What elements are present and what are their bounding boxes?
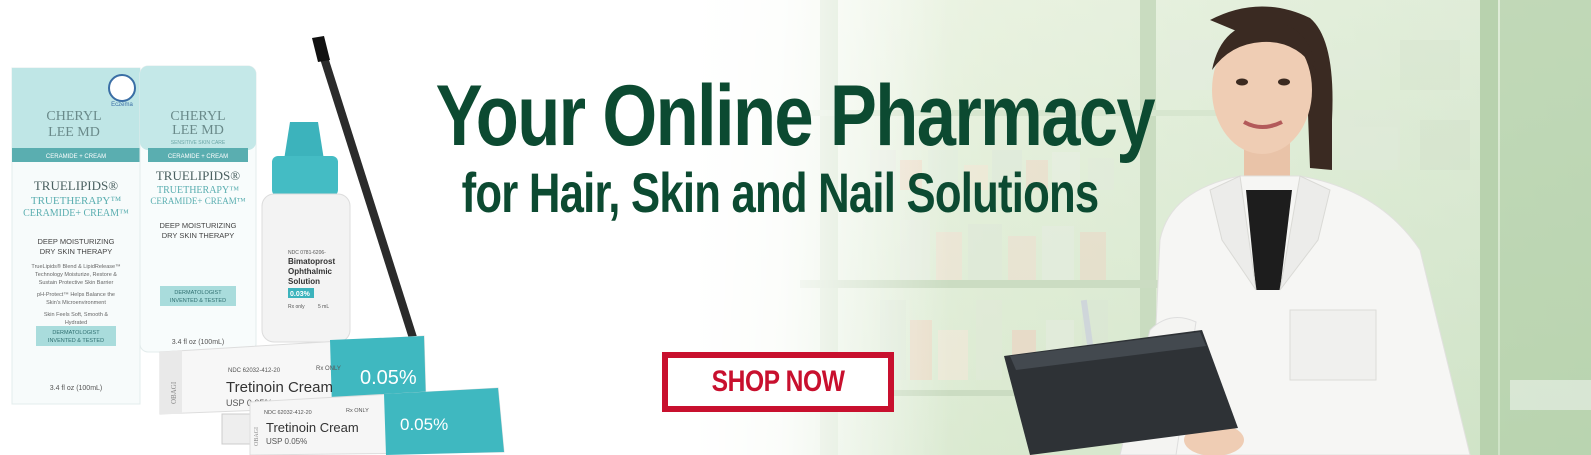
tube-line: SENSITIVE SKIN CARE [171,140,226,146]
tube-name-3: CERAMIDE+ CREAM™ [150,196,245,206]
box-tagline-1: DEEP MOISTURIZING [38,237,115,246]
tret-tube-rx: Rx ONLY [346,408,369,414]
bottle-ndc: NDC 0781-6206- [288,250,326,256]
bimatoprost-bottle: NDC 0781-6206- Bimatoprost Ophthalmic So… [261,122,351,343]
tube-tagline-2: DRY SKIN THERAPY [162,231,235,240]
bottle-name-1: Bimatoprost [288,257,335,266]
tube-badge-2: INVENTED & TESTED [170,298,226,304]
hero-title: Your Online Pharmacy [435,68,1156,164]
tret-tube-strength: 0.05% [400,415,448,434]
bottle-name-3: Solution [288,277,320,286]
box-name-3: CERAMIDE+ CREAM™ [23,208,129,219]
box-name-2: TRUETHERAPY™ [31,195,121,207]
bottle-volume: 5 mL [318,304,329,310]
box-benefit-5: Skin's Microenvironment [46,300,106,306]
box-benefit-3: Sustain Protective Skin Barrier [39,280,114,286]
box-volume: 3.4 fl oz (100mL) [50,385,103,392]
shop-now-label: SHOP NOW [711,365,845,398]
tret-tube-usp: USP 0.05% [266,437,307,446]
tret-box-strength: 0.05% [360,367,417,389]
tret-box-rx: Rx ONLY [316,366,341,372]
box-benefit-4: pH-Protect™ Helps Balance the [37,292,115,298]
box-benefit-6: Skin Feels Soft, Smooth & [44,312,109,318]
box-category: CERAMIDE + CREAM [46,154,106,160]
ceramide-cream-tube: CHERYL LEE MD SENSITIVE SKIN CARE CERAMI… [139,65,257,353]
box-name-1: TRUELIPIDS® [34,178,118,193]
tube-brand-2: LEE MD [172,123,224,138]
tube-badge-1: DERMATOLOGIST [174,290,222,296]
tret-box-name: Tretinoin Cream [226,379,333,396]
hero-headline: Your Online Pharmacy for Hair, Skin and … [360,68,1200,224]
box-benefit-1: TrueLipids® Blend & LipidRelease™ [31,263,120,270]
eczema-seal-icon [108,74,136,102]
box-tagline-2: DRY SKIN THERAPY [40,247,113,256]
box-badge-2: INVENTED & TESTED [48,338,104,344]
tube-name-1: TRUELIPIDS® [156,168,240,183]
tube-category: CERAMIDE + CREAM [168,154,228,160]
tret-box-brand: OBAGI [170,381,178,404]
shop-now-button[interactable]: SHOP NOW [662,352,894,412]
tret-tube-ndc: NDC 62032-412-20 [264,410,312,416]
tube-name-2: TRUETHERAPY™ [157,185,239,196]
box-badge-1: DERMATOLOGIST [52,330,100,336]
ceramide-cream-box: Eczema CHERYL LEE MD CERAMIDE + CREAM TR… [11,67,141,405]
box-seal: Eczema [111,102,133,108]
hero-subtitle: for Hair, Skin and Nail Solutions [461,161,1100,224]
tube-volume: 3.4 fl oz (100mL) [172,339,225,346]
box-benefit-7: Hydrated [65,320,87,326]
tube-brand-1: CHERYL [170,109,225,124]
tret-tube-brand: OBAGI [254,427,260,446]
box-brand-1: CHERYL [46,109,101,124]
box-brand-2: LEE MD [48,125,100,140]
box-benefit-2: Technology Moisturize, Restore & [35,272,117,278]
bottle-rx: Rx only [288,304,305,310]
tube-tagline-1: DEEP MOISTURIZING [160,221,237,230]
bottle-strength: 0.03% [290,291,311,298]
tret-tube-name: Tretinoin Cream [266,420,359,435]
hero-banner: Eczema CHERYL LEE MD CERAMIDE + CREAM TR… [0,0,1591,455]
bottle-name-2: Ophthalmic [288,267,333,276]
tret-box-ndc: NDC 62032-412-20 [228,368,281,374]
